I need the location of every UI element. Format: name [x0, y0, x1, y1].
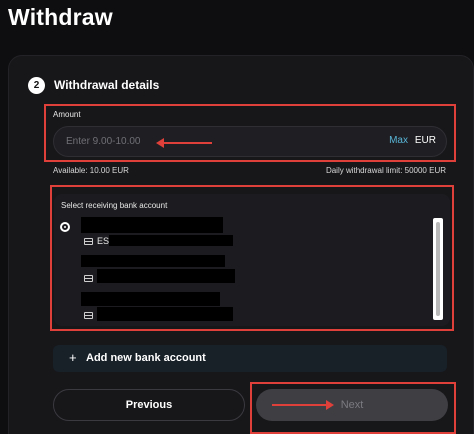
arrow-icon — [272, 400, 334, 410]
next-highlight-box — [250, 382, 456, 434]
daily-limit: Daily withdrawal limit: 50000 EUR — [325, 166, 446, 175]
arrow-icon — [156, 138, 212, 148]
add-bank-account-button[interactable]: + Add new bank account — [53, 345, 447, 372]
step-number-badge: 2 — [28, 77, 45, 94]
withdraw-page: Withdraw 2 Withdrawal details Amount Max… — [0, 0, 474, 434]
step-title: Withdrawal details — [54, 78, 160, 92]
plus-icon: + — [69, 350, 77, 365]
available-balance: Available: 10.00 EUR — [53, 166, 129, 175]
bank-highlight-box — [50, 185, 454, 331]
add-bank-account-label: Add new bank account — [86, 352, 206, 364]
page-title: Withdraw — [8, 4, 113, 30]
previous-button[interactable]: Previous — [53, 389, 245, 421]
amount-highlight-box — [44, 104, 456, 162]
